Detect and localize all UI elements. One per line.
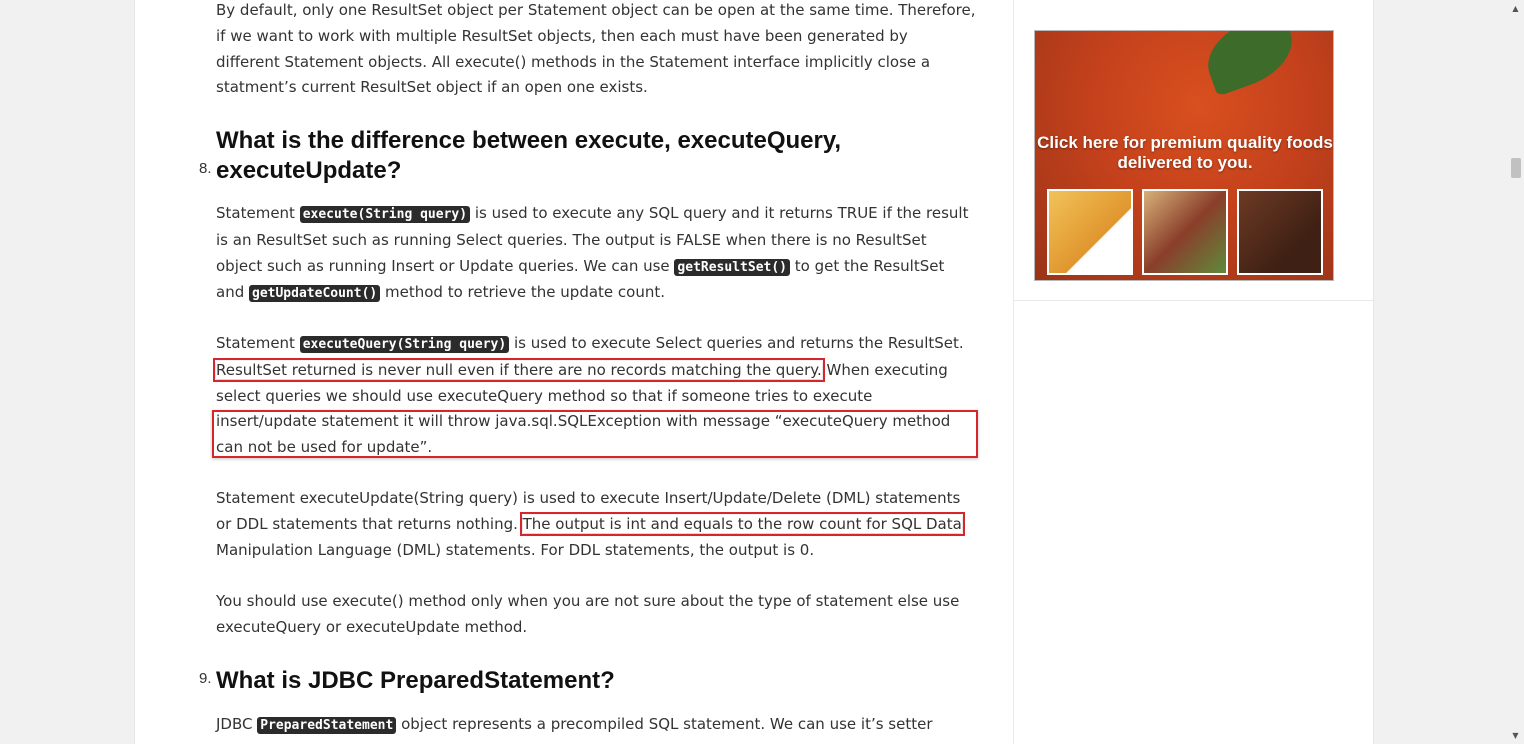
text: Statement [216,334,300,352]
text: Manipulation Language (DML) statements. … [216,540,815,559]
code-executequery: executeQuery(String query) [299,336,510,353]
text: method to retrieve the update count. [380,283,665,302]
question-9-heading: 9. What is JDBC PreparedStatement? [199,666,976,696]
highlight-resultset-never-null: ResultSet returned is never null even if… [213,357,825,382]
text: is used to execute Select queries and re… [509,334,964,352]
q9-paragraph-1: JDBC PreparedStatement object represents… [216,712,976,739]
question-8-heading: 8. What is the difference between execut… [199,126,976,186]
advertisement-banner[interactable]: Click here for premium quality foods del… [1034,30,1334,281]
ad-food-image-meat [1237,189,1323,275]
sidebar-divider [1014,300,1374,301]
intro-paragraph: By default, only one ResultSet object pe… [216,1,976,97]
code-getresultset: getResultSet() [674,258,790,276]
q8-paragraph-1: Statement execute(String query) is used … [216,201,976,307]
highlight-output-int: The output is int and equals to the row … [519,511,965,536]
vertical-scrollbar[interactable]: ▲ ▼ [1507,0,1524,744]
question-title: What is JDBC PreparedStatement? [216,667,615,694]
page-container: By default, only one ResultSet object pe… [134,0,1374,744]
scroll-up-arrow-icon[interactable]: ▲ [1507,0,1524,17]
text: Statement [216,204,300,222]
q8-paragraph-4: You should use execute() method only whe… [216,592,960,636]
ad-text: Click here for premium quality foods del… [1037,133,1333,172]
code-getupdatecount: getUpdateCount() [249,285,381,303]
ad-food-image-vegetables [1142,189,1228,275]
basil-leaf-image [1197,31,1303,97]
sidebar: Click here for premium quality foods del… [1013,0,1374,744]
question-title: What is the difference between execute, … [216,127,842,184]
text: object represents a precompiled SQL stat… [396,715,933,733]
question-number: 8. [199,160,212,177]
ad-food-image-mac-cheese [1047,189,1133,275]
q8-paragraph-3: Statement executeUpdate(String query) is… [216,486,976,563]
scrollbar-thumb[interactable] [1511,158,1521,178]
text: JDBC [216,715,258,733]
code-preparedstatement: PreparedStatement [257,717,397,734]
question-number: 9. [199,670,212,687]
scroll-down-arrow-icon[interactable]: ▼ [1507,727,1524,744]
highlight-box-exception-message [212,410,978,458]
code-execute: execute(String query) [299,206,471,223]
